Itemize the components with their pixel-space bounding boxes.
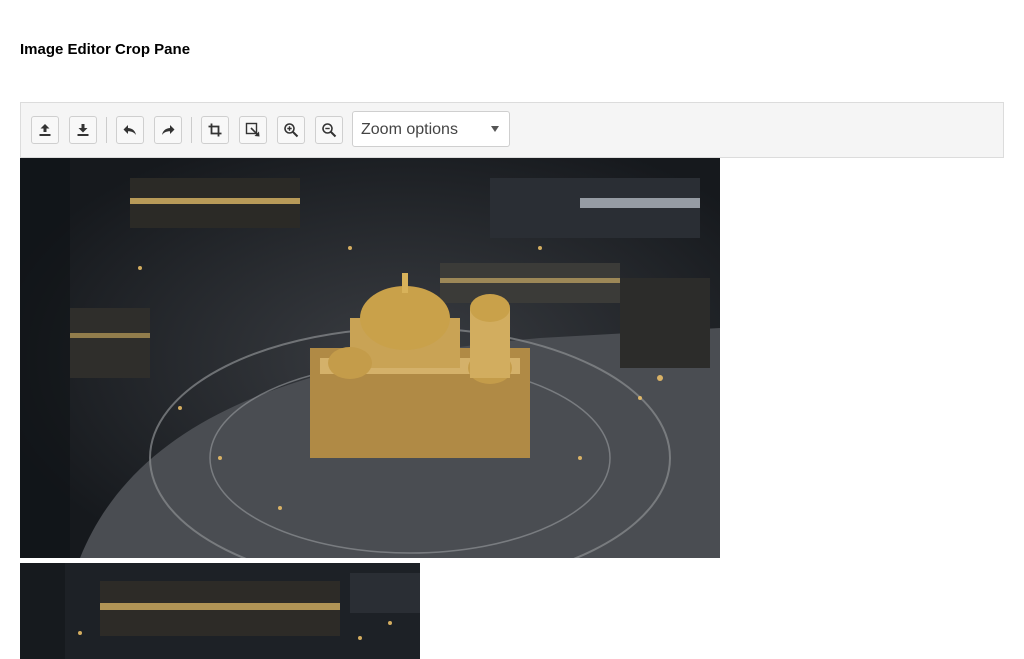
zoom-in-button[interactable] — [277, 116, 305, 144]
zoom-in-icon — [284, 123, 299, 138]
undo-button[interactable] — [116, 116, 144, 144]
pan-button[interactable] — [239, 116, 267, 144]
image-editor-toolbar: Zoom options — [20, 102, 1004, 158]
toolbar-separator — [191, 117, 192, 143]
chevron-down-icon — [491, 126, 499, 132]
undo-icon — [123, 125, 136, 135]
zoom-out-button[interactable] — [315, 116, 343, 144]
zoom-options-dropdown[interactable]: Zoom options — [352, 111, 510, 147]
open-image-button[interactable] — [31, 116, 59, 144]
toolbar-separator — [106, 117, 107, 143]
cathedral-night-thumbnail — [20, 563, 420, 659]
upload-icon — [39, 124, 51, 136]
page-title: Image Editor Crop Pane — [20, 41, 191, 58]
zoom-options-placeholder: Zoom options — [361, 121, 458, 138]
zoom-out-icon — [322, 123, 337, 138]
crop-preview-image — [20, 563, 420, 659]
save-image-button[interactable] — [69, 116, 97, 144]
crop-icon — [208, 123, 222, 137]
image-canvas[interactable] — [20, 158, 720, 558]
cathedral-night-image — [20, 158, 720, 558]
redo-button[interactable] — [154, 116, 182, 144]
crop-button[interactable] — [201, 116, 229, 144]
pan-icon — [245, 122, 260, 137]
download-icon — [77, 124, 89, 136]
redo-icon — [162, 125, 175, 135]
